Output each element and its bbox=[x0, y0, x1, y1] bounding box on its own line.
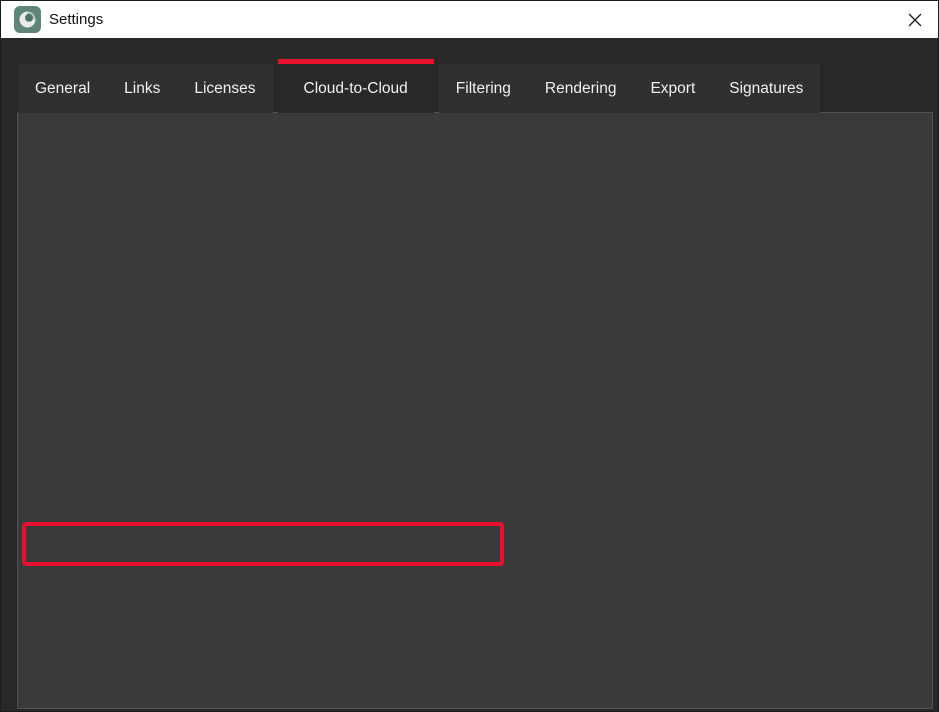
tab-cloud-to-cloud[interactable]: Cloud-to-Cloud bbox=[278, 59, 434, 113]
tab-label: General bbox=[35, 80, 90, 98]
tab-content-pane bbox=[17, 112, 933, 709]
settings-tabbar: General Links Licenses Cloud-to-Cloud Fi… bbox=[18, 59, 820, 113]
close-icon[interactable] bbox=[898, 1, 932, 38]
tab-label: Licenses bbox=[194, 80, 255, 98]
settings-window: Settings General Links Licenses Cloud-to… bbox=[0, 0, 939, 712]
tab-label: Rendering bbox=[545, 80, 617, 98]
window-title: Settings bbox=[49, 1, 103, 38]
tab-label: Links bbox=[124, 80, 160, 98]
app-logo-icon bbox=[14, 6, 41, 33]
tab-label: Filtering bbox=[456, 80, 511, 98]
titlebar: Settings bbox=[1, 1, 938, 38]
tab-filtering[interactable]: Filtering bbox=[439, 64, 528, 113]
tab-links[interactable]: Links bbox=[107, 64, 177, 113]
tab-label: Signatures bbox=[729, 80, 803, 98]
tab-signatures[interactable]: Signatures bbox=[712, 64, 820, 113]
tab-rendering[interactable]: Rendering bbox=[528, 64, 634, 113]
tab-label: Cloud-to-Cloud bbox=[304, 80, 408, 98]
tab-licenses[interactable]: Licenses bbox=[177, 64, 272, 113]
tab-export[interactable]: Export bbox=[633, 64, 712, 113]
tab-general[interactable]: General bbox=[18, 64, 107, 113]
tab-label: Export bbox=[650, 80, 695, 98]
